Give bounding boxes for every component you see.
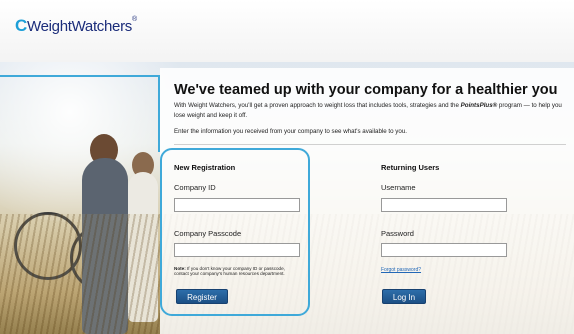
registration-highlight-outline [160, 148, 310, 316]
logo-text: WeightWatchers [26, 18, 132, 35]
password-input[interactable] [381, 243, 507, 257]
site-header: CWeightWatchers® [0, 0, 574, 62]
intro-text: With Weight Watchers, you'll get a prove… [174, 101, 566, 121]
password-label: Password [381, 229, 414, 238]
divider [174, 144, 566, 145]
instruction-text: Enter the information you received from … [174, 128, 407, 135]
page-headline: We've teamed up with your company for a … [174, 82, 558, 98]
logo-mark: C [15, 16, 27, 35]
logo-trademark: ® [132, 16, 137, 23]
weight-watchers-logo[interactable]: CWeightWatchers® [15, 16, 137, 36]
username-input[interactable] [381, 198, 507, 212]
intro-brand: PointsPlus® [460, 102, 498, 109]
returning-users-title: Returning Users [381, 163, 440, 172]
login-button[interactable]: Log In [382, 289, 426, 304]
username-label: Username [381, 183, 416, 192]
intro-part1: With Weight Watchers, you'll get a prove… [174, 102, 461, 109]
callout-connector-line [0, 75, 160, 152]
forgot-password-link[interactable]: Forgot password? [381, 267, 421, 273]
